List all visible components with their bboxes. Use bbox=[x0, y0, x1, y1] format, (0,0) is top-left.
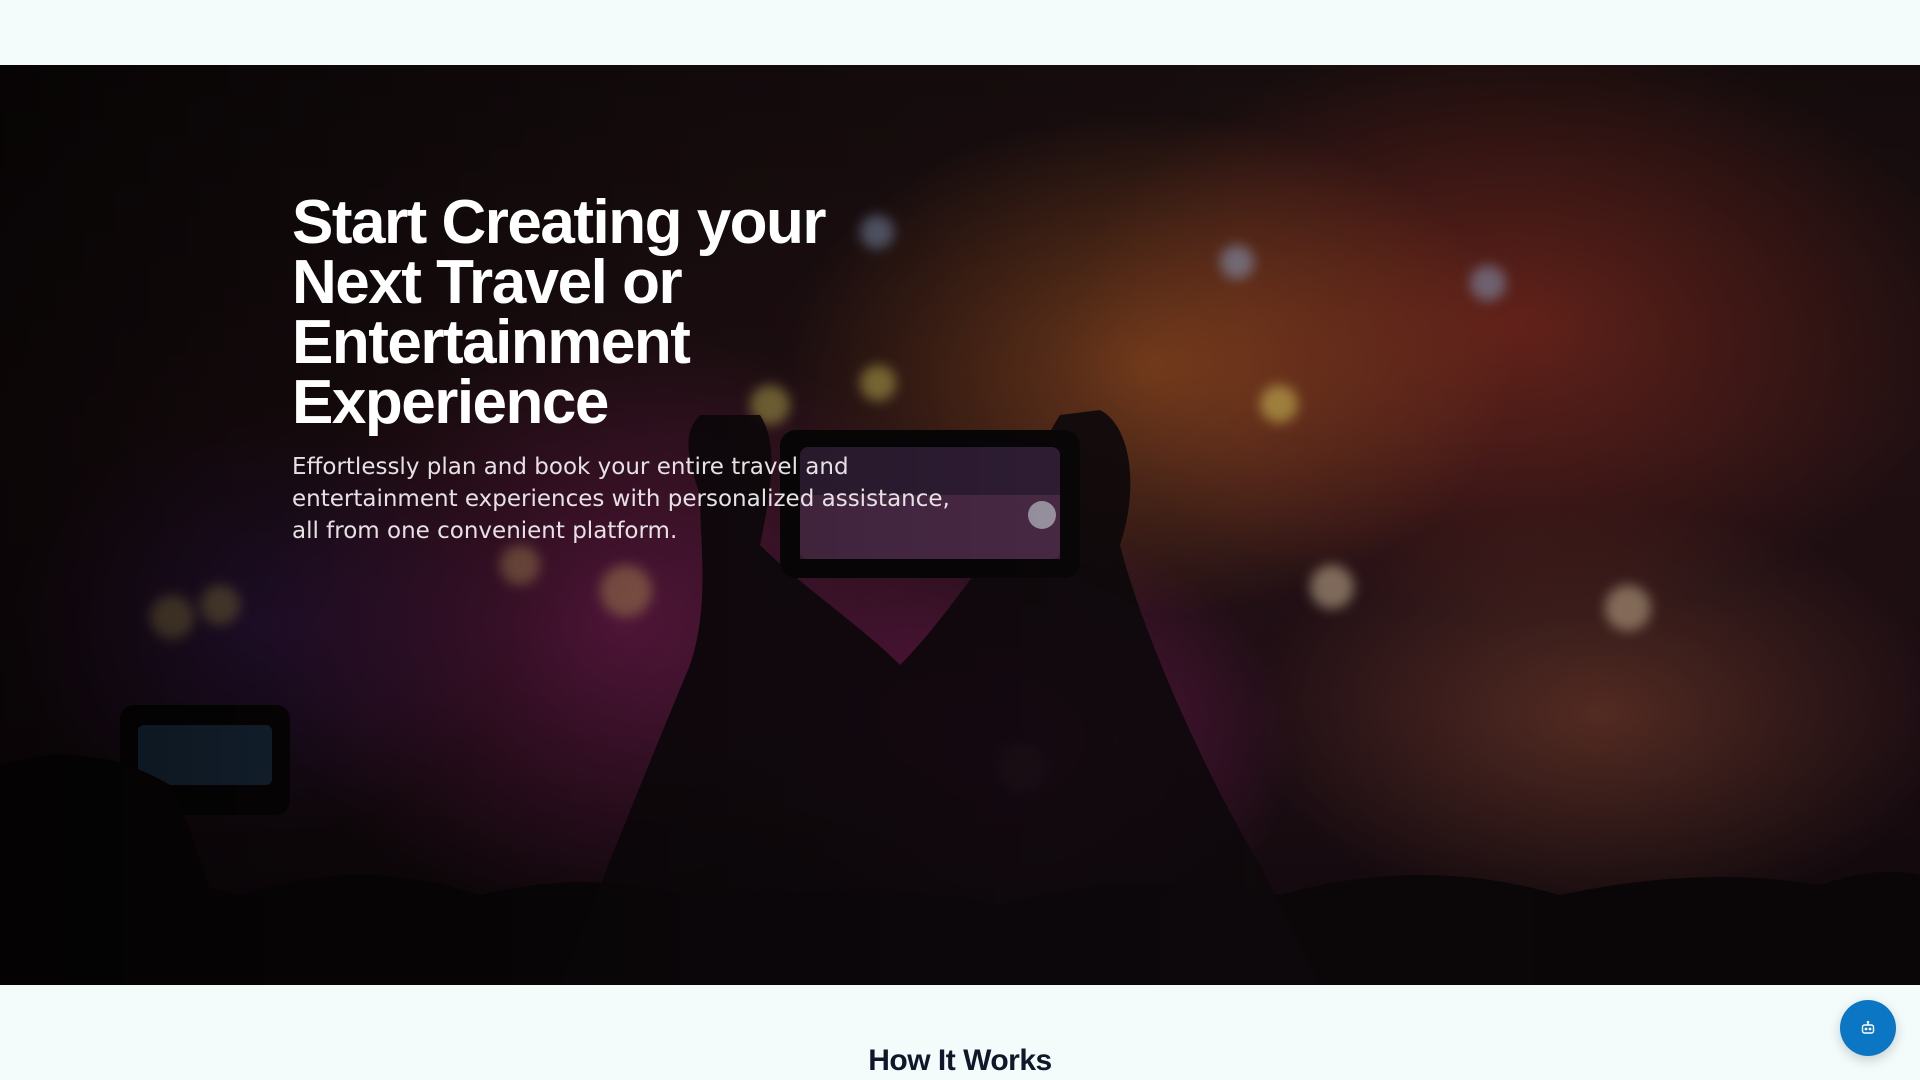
chat-assistant-button[interactable] bbox=[1840, 1000, 1896, 1056]
bot-icon bbox=[1861, 1020, 1875, 1034]
how-it-works-heading: How It Works bbox=[868, 1044, 1052, 1077]
hero-content: Start Creating your Next Travel or Enter… bbox=[292, 188, 972, 547]
hero-section: Start Creating your Next Travel or Enter… bbox=[0, 65, 1920, 985]
top-navigation-bar bbox=[0, 0, 1920, 65]
hero-title: Start Creating your Next Travel or Enter… bbox=[292, 188, 827, 437]
hero-subtitle: Effortlessly plan and book your entire t… bbox=[292, 454, 950, 544]
